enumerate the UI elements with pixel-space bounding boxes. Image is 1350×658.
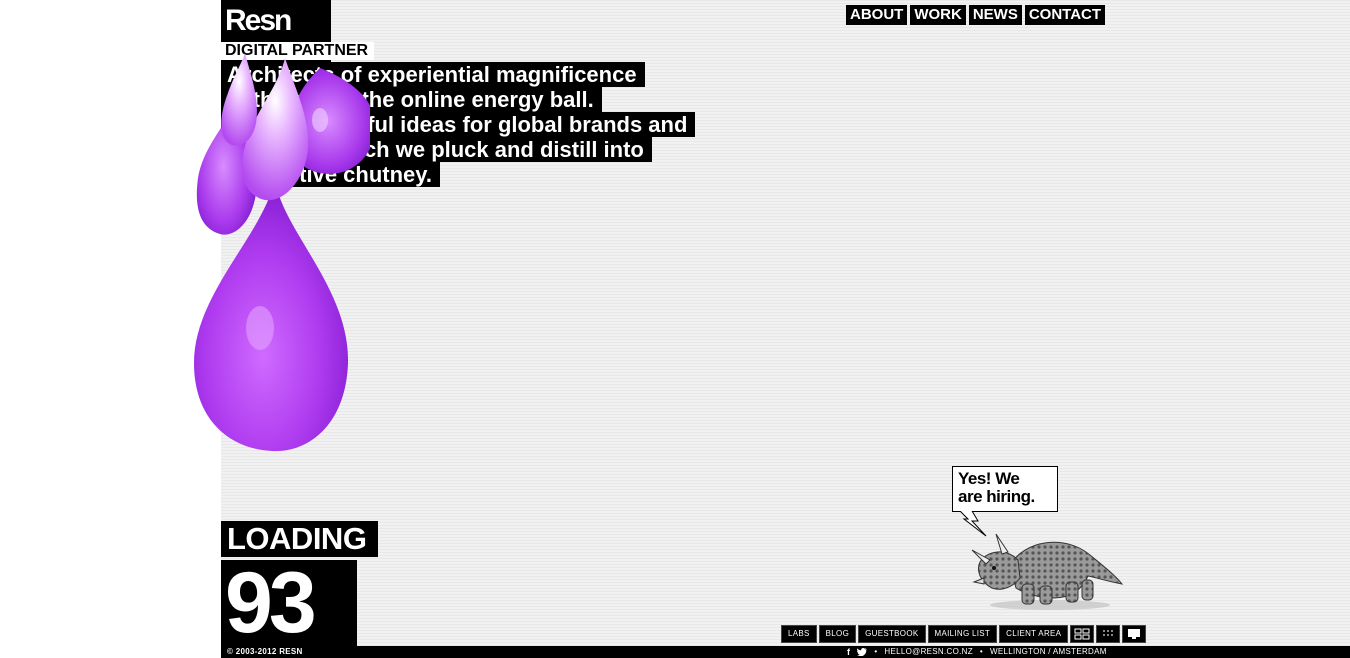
nav-contact[interactable]: CONTACT (1024, 5, 1106, 25)
footer-link-labs[interactable]: LABS (781, 625, 817, 643)
triceratops-icon[interactable] (970, 520, 1126, 612)
loading-percent: 93 (221, 560, 357, 646)
locations-text: WELLINGTON / AMSTERDAM (990, 647, 1107, 656)
footer-contact: f • HELLO@RESN.CO.NZ • WELLINGTON / AMST… (847, 646, 1107, 658)
footer-separator-2: • (979, 647, 984, 656)
footer-link-guestbook[interactable]: GUESTBOOK (858, 625, 926, 643)
email-link[interactable]: HELLO@RESN.CO.NZ (884, 646, 973, 658)
footer-bar: © 2003-2012 RESN f • HELLO@RESN.CO.NZ • … (221, 646, 1350, 658)
monitor-icon[interactable] (1122, 625, 1147, 643)
loading-label: LOADING (221, 521, 379, 557)
footer-link-mailing-list[interactable]: MAILING LIST (927, 625, 998, 643)
hiring-text-line2: are hiring. (958, 487, 1035, 506)
top-nav: ABOUT WORK NEWS CONTACT (846, 5, 1106, 25)
grid-view-icon[interactable] (1070, 625, 1095, 643)
purple-energy-blob (194, 53, 370, 452)
dots-view-icon[interactable] (1096, 625, 1121, 643)
hiring-text-line1: Yes! We (958, 469, 1020, 488)
facebook-icon[interactable]: f (847, 646, 850, 658)
copyright-text: © 2003-2012 RESN (227, 647, 303, 656)
footer-separator-1: • (874, 647, 878, 656)
nav-news[interactable]: NEWS (968, 5, 1022, 25)
footer-link-client-area[interactable]: CLIENT AREA (999, 625, 1069, 643)
twitter-icon[interactable] (857, 648, 868, 656)
nav-work[interactable]: WORK (910, 5, 966, 25)
footer-link-blog[interactable]: BLOG (818, 625, 857, 643)
hiring-speech-bubble[interactable]: Yes! We are hiring. (952, 466, 1058, 512)
nav-about[interactable]: ABOUT (846, 5, 908, 25)
footer-links: LABS BLOG GUESTBOOK MAILING LIST CLIENT … (781, 625, 1147, 643)
